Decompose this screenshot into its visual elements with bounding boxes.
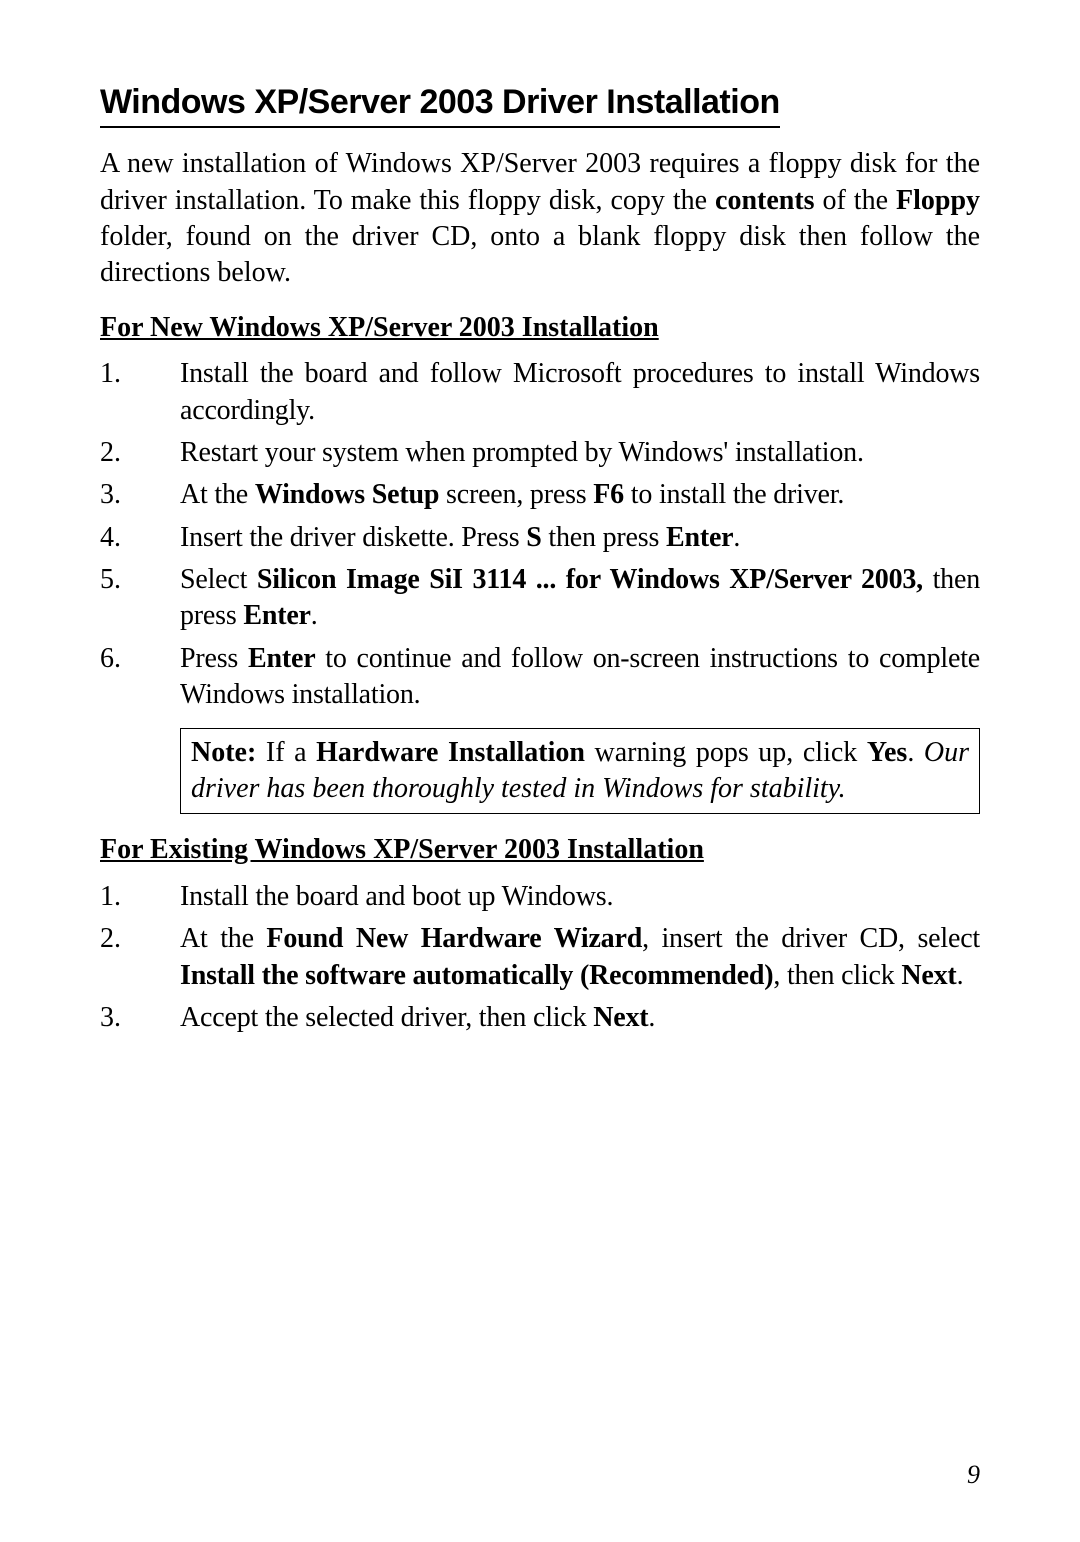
step-plain-text: Restart your system when prompted by Win… xyxy=(180,437,864,468)
step-number: 2. xyxy=(100,921,180,957)
step-plain-text: Insert the driver diskette. Press xyxy=(180,522,526,553)
note-text: warning pops up, click xyxy=(585,737,867,768)
step-plain-text: screen, press xyxy=(439,479,593,510)
step-plain-text: , insert the driver CD, select xyxy=(642,923,980,954)
intro-bold-floppy: Floppy xyxy=(896,185,980,216)
intro-text: of the xyxy=(815,185,896,216)
step-plain-text: . xyxy=(733,522,740,553)
step-number: 5. xyxy=(100,562,180,598)
step-number: 1. xyxy=(100,879,180,915)
step-plain-text: . xyxy=(311,600,318,631)
step-plain-text: to install the driver. xyxy=(624,479,844,510)
steps-new-install: 1.Install the board and follow Microsoft… xyxy=(100,356,980,714)
step-text: Insert the driver diskette. Press S then… xyxy=(180,520,980,556)
step-bold-text: Silicon Image SiI 3114 ... for Windows X… xyxy=(257,564,923,595)
page-number: 9 xyxy=(967,1458,980,1492)
step-text: Accept the selected driver, then click N… xyxy=(180,1000,980,1036)
list-item: 2.Restart your system when prompted by W… xyxy=(100,435,980,471)
step-text: Press Enter to continue and follow on-sc… xyxy=(180,641,980,714)
list-item: 5.Select Silicon Image SiI 3114 ... for … xyxy=(100,562,980,635)
list-item: 3.At the Windows Setup screen, press F6 … xyxy=(100,477,980,513)
page-title: Windows XP/Server 2003 Driver Installati… xyxy=(100,80,780,128)
step-plain-text: Install the board and boot up Windows. xyxy=(180,881,613,912)
step-bold-text: Next xyxy=(593,1002,648,1033)
step-plain-text: Select xyxy=(180,564,257,595)
intro-text: folder, found on the driver CD, onto a b… xyxy=(100,221,980,288)
step-plain-text: Press xyxy=(180,643,248,674)
step-bold-text: Found New Hardware Wizard xyxy=(266,923,642,954)
note-text: . xyxy=(907,737,924,768)
note-lead: Note: xyxy=(191,737,256,768)
step-text: Install the board and boot up Windows. xyxy=(180,879,980,915)
step-plain-text: then press xyxy=(542,522,666,553)
intro-bold-contents: contents xyxy=(715,185,815,216)
list-item: 3.Accept the selected driver, then click… xyxy=(100,1000,980,1036)
document-page: Windows XP/Server 2003 Driver Installati… xyxy=(0,0,1080,1542)
step-number: 6. xyxy=(100,641,180,677)
intro-paragraph: A new installation of Windows XP/Server … xyxy=(100,146,980,292)
list-item: 1.Install the board and follow Microsoft… xyxy=(100,356,980,429)
step-bold-text: Enter xyxy=(248,643,315,674)
section-heading-new-install: For New Windows XP/Server 2003 Installat… xyxy=(100,310,980,346)
step-number: 1. xyxy=(100,356,180,392)
step-bold-text: Enter xyxy=(243,600,310,631)
step-number: 4. xyxy=(100,520,180,556)
step-plain-text: . xyxy=(648,1002,655,1033)
step-plain-text: . xyxy=(957,960,964,991)
step-number: 3. xyxy=(100,477,180,513)
step-text: Install the board and follow Microsoft p… xyxy=(180,356,980,429)
step-bold-text: S xyxy=(526,522,541,553)
step-plain-text: , then click xyxy=(773,960,901,991)
note-bold-yes: Yes xyxy=(867,737,907,768)
step-text: At the Windows Setup screen, press F6 to… xyxy=(180,477,980,513)
list-item: 4.Insert the driver diskette. Press S th… xyxy=(100,520,980,556)
step-bold-text: Windows Setup xyxy=(255,479,439,510)
step-bold-text: Install the software automatically (Reco… xyxy=(180,960,773,991)
list-item: 2.At the Found New Hardware Wizard, inse… xyxy=(100,921,980,994)
list-item: 1.Install the board and boot up Windows. xyxy=(100,879,980,915)
step-text: Select Silicon Image SiI 3114 ... for Wi… xyxy=(180,562,980,635)
step-plain-text: At the xyxy=(180,479,255,510)
step-text: At the Found New Hardware Wizard, insert… xyxy=(180,921,980,994)
note-bold-hardware: Hardware Installation xyxy=(316,737,585,768)
steps-existing-install: 1.Install the board and boot up Windows.… xyxy=(100,879,980,1037)
section-heading-existing-install: For Existing Windows XP/Server 2003 Inst… xyxy=(100,832,980,868)
step-bold-text: Next xyxy=(901,960,956,991)
step-number: 2. xyxy=(100,435,180,471)
step-plain-text: Accept the selected driver, then click xyxy=(180,1002,593,1033)
note-text: If a xyxy=(256,737,316,768)
step-number: 3. xyxy=(100,1000,180,1036)
step-text: Restart your system when prompted by Win… xyxy=(180,435,980,471)
step-plain-text: Install the board and follow Microsoft p… xyxy=(180,358,980,425)
list-item: 6.Press Enter to continue and follow on-… xyxy=(100,641,980,714)
step-plain-text: At the xyxy=(180,923,266,954)
step-bold-text: Enter xyxy=(666,522,733,553)
step-bold-text: F6 xyxy=(593,479,624,510)
note-box: Note: If a Hardware Installation warning… xyxy=(180,728,980,815)
